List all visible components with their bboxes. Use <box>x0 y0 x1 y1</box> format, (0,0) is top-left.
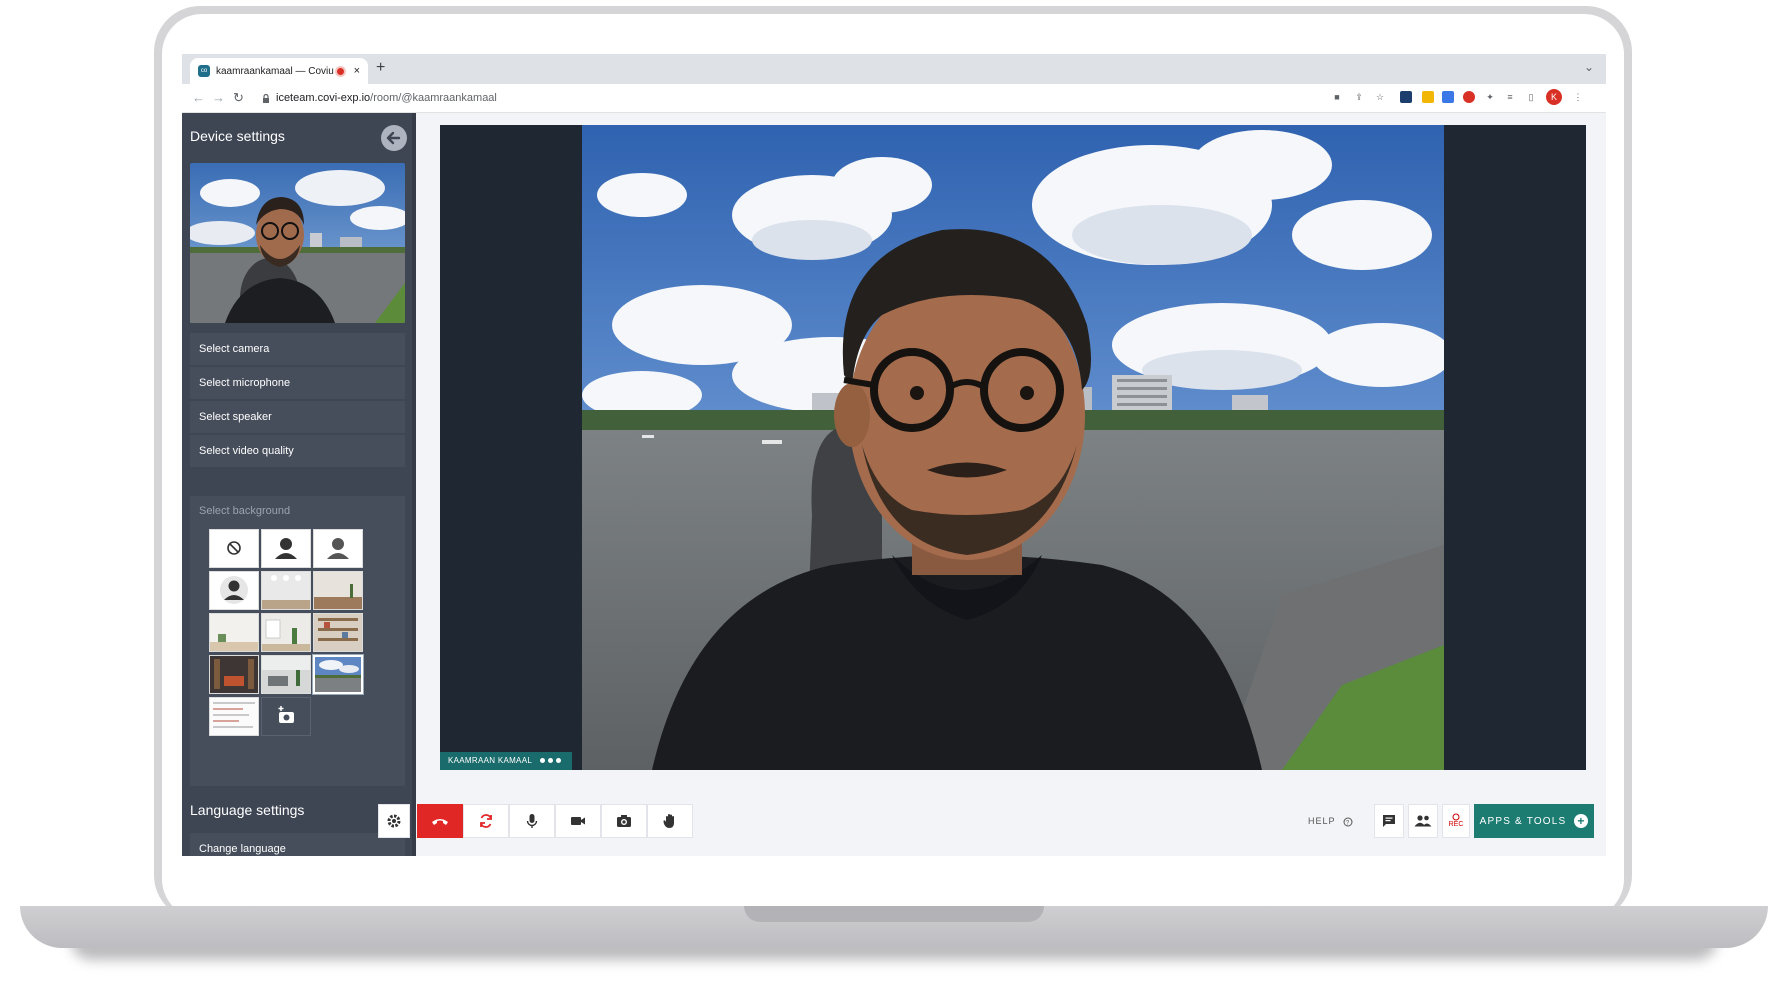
background-none-option[interactable] <box>209 529 259 568</box>
select-video-quality-row[interactable]: Select video quality <box>190 435 405 467</box>
tab-search-chevron-icon[interactable]: ⌄ <box>1584 60 1594 74</box>
recording-indicator-icon <box>336 67 344 75</box>
side-panel-icon[interactable]: ▯ <box>1525 91 1537 103</box>
hang-up-button[interactable] <box>417 804 463 838</box>
background-option[interactable] <box>209 655 259 694</box>
language-settings-title: Language settings <box>190 802 305 818</box>
sidebar-scrollbar[interactable] <box>412 113 416 856</box>
settings-button[interactable] <box>378 804 410 838</box>
participant-name: KAAMRAAN KAMAAL <box>448 756 533 765</box>
help-label: HELP <box>1308 816 1336 826</box>
bookmark-star-icon[interactable]: ☆ <box>1374 91 1386 103</box>
microphone-button[interactable] <box>509 804 555 838</box>
coviu-app: Device settings Select camera Select mic… <box>182 113 1606 856</box>
camera-toggle-button[interactable] <box>555 804 601 838</box>
chat-button[interactable] <box>1374 804 1404 838</box>
browser-menu-icon[interactable]: ⋮ <box>1572 91 1584 103</box>
plus-icon: + <box>1574 814 1589 828</box>
participant-video <box>582 125 1444 770</box>
change-language-row[interactable]: Change language <box>190 833 405 856</box>
help-question-icon: ? <box>1343 817 1353 826</box>
back-arrow-icon[interactable]: ← <box>192 90 205 105</box>
background-option[interactable] <box>209 697 259 736</box>
select-background-label: Select background <box>199 505 291 517</box>
svg-text:?: ? <box>1346 820 1350 826</box>
share-icon[interactable]: ⇪ <box>1353 91 1365 103</box>
switch-camera-button[interactable] <box>463 804 509 838</box>
gear-icon <box>387 814 401 828</box>
people-icon <box>1414 815 1432 827</box>
person-icon <box>220 576 248 604</box>
apps-and-tools-button[interactable]: APPS & TOOLS + <box>1474 804 1594 838</box>
extension-icon[interactable] <box>1400 91 1412 103</box>
background-blur-light-option[interactable] <box>261 529 311 568</box>
select-background-panel: Select background <box>190 496 405 786</box>
address-bar-row: ← → ↻ iceteam.covi-exp.io/room/@kaamraan… <box>182 84 1606 113</box>
background-blur-strong-option[interactable] <box>313 529 363 568</box>
participants-button[interactable] <box>1408 804 1438 838</box>
person-icon <box>327 538 349 559</box>
add-photo-icon <box>278 706 294 723</box>
refresh-icon <box>480 814 492 828</box>
video-camera-icon <box>571 817 585 825</box>
camera-in-use-icon[interactable]: ■ <box>1331 91 1343 103</box>
participant-options-icon[interactable] <box>540 752 564 770</box>
tab-strip: co kaamraankamaal — Coviu × + ⌄ <box>182 54 1606 84</box>
tab-close-icon[interactable]: × <box>354 65 360 77</box>
close-sidebar-back-button[interactable] <box>381 125 407 151</box>
url-field[interactable]: iceteam.covi-exp.io/room/@kaamraankamaal <box>262 87 1372 109</box>
tab-title: kaamraankamaal — Coviu <box>216 65 334 77</box>
extensions-puzzle-icon[interactable]: ✦ <box>1484 91 1496 103</box>
phone-hangup-icon <box>432 819 448 825</box>
extension-icon[interactable] <box>1422 91 1434 103</box>
browser-window: co kaamraankamaal — Coviu × + ⌄ ← → ↻ ic… <box>182 54 1606 856</box>
apps-and-tools-label: APPS & TOOLS <box>1479 815 1567 827</box>
background-option[interactable] <box>261 571 311 610</box>
no-background-icon <box>227 541 241 555</box>
extension-icon[interactable] <box>1442 91 1454 103</box>
lock-icon <box>262 93 270 103</box>
participant-name-tag: KAAMRAAN KAMAAL <box>440 752 573 770</box>
coviu-favicon-icon: co <box>198 65 210 77</box>
camera-snapshot-icon <box>617 815 631 827</box>
arrow-left-icon <box>386 131 401 145</box>
url-path: /room/@kaamraankamaal <box>370 92 497 104</box>
record-circle-icon <box>1452 813 1460 821</box>
select-speaker-row[interactable]: Select speaker <box>190 401 405 433</box>
upload-background-button[interactable] <box>261 697 311 736</box>
person-icon <box>275 538 297 559</box>
background-option[interactable] <box>313 613 363 652</box>
reload-icon[interactable]: ↻ <box>233 90 244 106</box>
device-settings-title: Device settings <box>190 128 285 144</box>
profile-avatar[interactable]: K <box>1546 89 1562 105</box>
device-settings-sidebar: Device settings Select camera Select mic… <box>182 113 416 856</box>
chat-icon <box>1383 815 1395 827</box>
select-camera-row[interactable]: Select camera <box>190 333 405 365</box>
forward-arrow-icon[interactable]: → <box>212 90 225 105</box>
background-option[interactable] <box>209 571 259 610</box>
microphone-icon <box>526 814 538 828</box>
help-button[interactable]: HELP ? <box>1308 816 1353 827</box>
browser-tab[interactable]: co kaamraankamaal — Coviu × <box>190 58 368 84</box>
laptop-notch <box>744 906 1044 922</box>
background-lake-option-selected[interactable] <box>312 654 364 695</box>
snapshot-button[interactable] <box>601 804 647 838</box>
background-option[interactable] <box>313 571 363 610</box>
rec-label: REC <box>1448 821 1464 828</box>
extension-icon[interactable] <box>1463 91 1475 103</box>
background-option[interactable] <box>209 613 259 652</box>
new-tab-button[interactable]: + <box>376 59 385 77</box>
video-stage: KAAMRAAN KAMAAL <box>440 125 1586 770</box>
camera-preview <box>190 163 405 323</box>
reading-list-icon[interactable]: ≡ <box>1504 91 1516 103</box>
select-microphone-row[interactable]: Select microphone <box>190 367 405 399</box>
background-option[interactable] <box>261 613 311 652</box>
record-button[interactable]: REC <box>1442 804 1470 838</box>
raise-hand-button[interactable] <box>647 804 693 838</box>
raise-hand-icon <box>663 814 674 828</box>
url-host: iceteam.covi-exp.io <box>276 92 371 104</box>
background-option[interactable] <box>261 655 311 694</box>
